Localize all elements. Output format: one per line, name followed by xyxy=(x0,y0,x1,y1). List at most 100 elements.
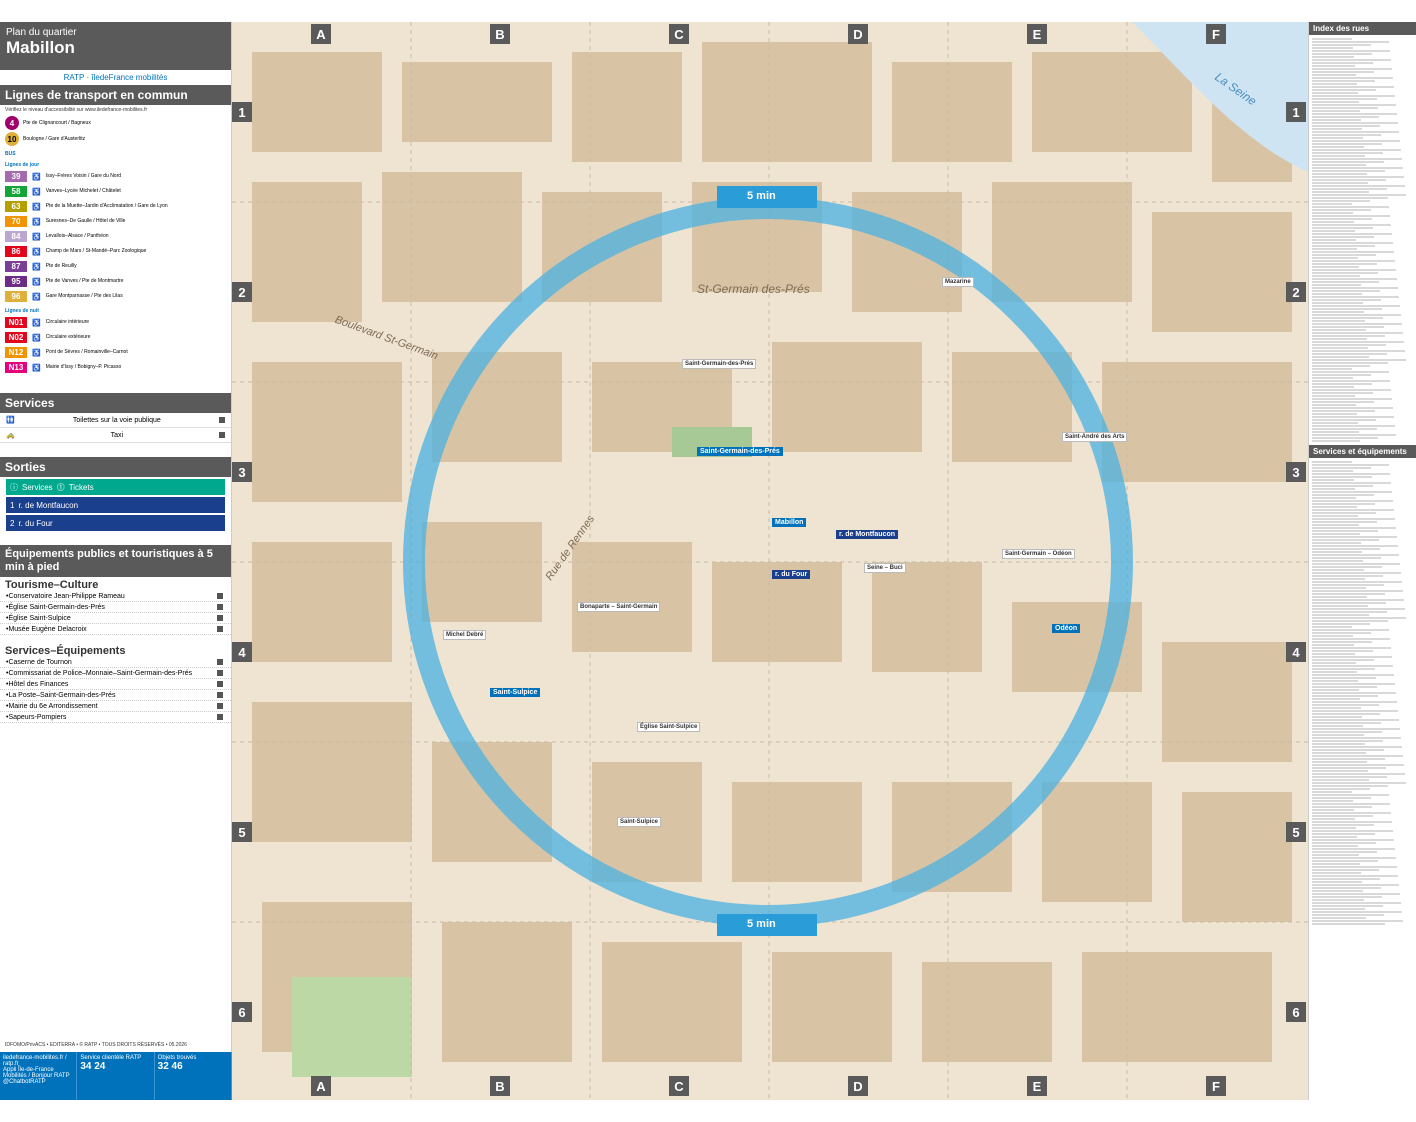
index-line xyxy=(1312,278,1397,280)
stop-sg-odeon[interactable]: Saint-Germain – Odéon xyxy=(1002,549,1075,559)
bus-row[interactable]: 96 ♿ Gare Montparnasse / Pte des Lilas xyxy=(0,289,231,304)
index-line xyxy=(1312,779,1369,781)
poi-label: •Église Saint-Germain-des-Prés xyxy=(6,603,105,611)
stop-mazarine[interactable]: Mazarine xyxy=(942,277,974,287)
index-line xyxy=(1312,875,1398,877)
bus-row[interactable]: N13 ♿ Mairie d'Issy / Bobigny–P. Picasso xyxy=(0,360,231,375)
station-saint-sulpice[interactable]: Saint-Sulpice xyxy=(490,688,541,697)
index-line xyxy=(1312,77,1393,79)
bus-row[interactable]: N01 ♿ Circulaire intérieure xyxy=(0,315,231,330)
index-line xyxy=(1312,197,1388,199)
poi-item[interactable]: •Mairie du 6e Arrondissement xyxy=(0,701,231,712)
metro-row[interactable]: 10 Boulogne / Gare d'Austerlitz xyxy=(0,131,231,147)
lost-number[interactable]: 32 46 xyxy=(158,1061,183,1072)
station-sgdp[interactable]: Saint-Germain-des-Prés xyxy=(697,447,783,456)
poi-item[interactable]: •Caserne de Tournon xyxy=(0,657,231,668)
exit-item[interactable]: 1 r. de Montfaucon xyxy=(6,497,225,513)
index-line xyxy=(1312,689,1359,691)
index-line xyxy=(1312,308,1382,310)
index-line xyxy=(1312,242,1393,244)
index-line xyxy=(1312,74,1356,76)
index-line xyxy=(1312,665,1393,667)
index-line xyxy=(1312,602,1386,604)
bus-row[interactable]: N12 ♿ Pont de Sèvres / Romainville–Carnot xyxy=(0,345,231,360)
index-line xyxy=(1312,173,1367,175)
index-line xyxy=(1312,386,1354,388)
footer-web-text[interactable]: iledefrance-mobilites.fr / ratp.fr xyxy=(3,1055,67,1067)
stop-bonaparte-sg[interactable]: Bonaparte – Saint-Germain xyxy=(577,602,661,612)
index-line xyxy=(1312,755,1403,757)
services-list: 🚻 Toilettes sur la voie publique 🚕 Taxi xyxy=(0,413,231,443)
index-line xyxy=(1312,635,1353,637)
poi-item[interactable]: •Hôtel des Finances xyxy=(0,679,231,690)
bus-row[interactable]: N02 ♿ Circulaire extérieure xyxy=(0,330,231,345)
footer-web: iledefrance-mobilites.fr / ratp.fr Appli… xyxy=(0,1052,78,1100)
stop-michel-debre[interactable]: Michel Debré xyxy=(443,630,487,640)
stop-eglise-sulpice[interactable]: Église Saint-Sulpice xyxy=(637,722,701,732)
services-title: Services xyxy=(0,393,231,413)
stop-seine-buci[interactable]: Seine – Buci xyxy=(864,563,906,573)
poi-item[interactable]: •Commissariat de Police–Monnaie–Saint-Ge… xyxy=(0,668,231,679)
index-line xyxy=(1312,623,1370,625)
index-line xyxy=(1312,563,1400,565)
poi-item[interactable]: •La Poste–Saint-Germain-des-Prés xyxy=(0,690,231,701)
index-line xyxy=(1312,662,1356,664)
service-item[interactable]: 🚕 Taxi xyxy=(0,428,231,443)
index-line xyxy=(1312,905,1383,907)
bus-line-badge: 63 xyxy=(5,201,27,212)
service-number[interactable]: 34 24 xyxy=(80,1061,105,1072)
metro-desc: Boulogne / Gare d'Austerlitz xyxy=(23,136,86,142)
stop-sgdp[interactable]: Saint-Germain-des-Prés xyxy=(682,359,757,369)
index-line xyxy=(1312,431,1359,433)
bus-row[interactable]: 87 ♿ Pte de Reuilly xyxy=(0,259,231,274)
index-line xyxy=(1312,56,1354,58)
index-line xyxy=(1312,116,1379,118)
bus-row[interactable]: 86 ♿ Champ de Mars / St-Mandé–Parc Zoologi… xyxy=(0,244,231,259)
index-line xyxy=(1312,629,1389,631)
poi-item[interactable]: •Église Saint-Germain-des-Prés xyxy=(0,602,231,613)
index-line xyxy=(1312,758,1385,760)
bus-row[interactable]: 70 ♿ Suresnes–De Gaulle / Hôtel de Ville xyxy=(0,214,231,229)
index-line xyxy=(1312,239,1356,241)
bus-line-badge: 87 xyxy=(5,261,27,272)
stop-saint-sulpice[interactable]: Saint-Sulpice xyxy=(617,817,662,827)
station-mabillon[interactable]: Mabillon xyxy=(772,518,807,527)
poi-item[interactable]: •Sapeurs-Pompiers xyxy=(0,712,231,723)
stop-saint-andre[interactable]: Saint-André des Arts xyxy=(1062,432,1128,442)
bus-night-list: N01 ♿ Circulaire intérieure N02 ♿ Circulaire … xyxy=(0,315,231,375)
footer-twitter[interactable]: @ChatbotRATP xyxy=(3,1079,46,1085)
poi-item[interactable]: •Église Saint-Sulpice xyxy=(0,613,231,624)
info-icon: ⓘ xyxy=(10,482,18,492)
poi-item[interactable]: •Conservatoire Jean-Philippe Rameau xyxy=(0,591,231,602)
station-odeon[interactable]: Odéon xyxy=(1052,624,1081,633)
index-line xyxy=(1312,512,1376,514)
index-line xyxy=(1312,389,1391,391)
bus-row[interactable]: 39 ♿ Issy–Frères Voisin / Gare du Nord xyxy=(0,169,231,184)
bus-row[interactable]: 84 ♿ Levallois–Alsace / Panthéon xyxy=(0,229,231,244)
index-line xyxy=(1312,716,1362,718)
grid-column-label: C xyxy=(669,24,689,44)
index-entries xyxy=(1309,35,1416,445)
index-line xyxy=(1312,812,1391,814)
index-line xyxy=(1312,269,1396,271)
poi-item[interactable]: •Musée Eugène Delacroix xyxy=(0,624,231,635)
street-index: Index des rues Services et équipements xyxy=(1308,22,1416,1100)
bus-row[interactable]: 58 ♿ Vanves–Lycée Michelet / Châtelet xyxy=(0,184,231,199)
grid-column-label: F xyxy=(1206,1076,1226,1096)
neighbourhood-map[interactable]: 5 min 5 min St-Germain des-Prés Boulevar… xyxy=(232,22,1308,1100)
index-line xyxy=(1312,92,1358,94)
index-line xyxy=(1312,851,1377,853)
service-item[interactable]: 🚻 Toilettes sur la voie publique xyxy=(0,413,231,428)
metro-row[interactable]: 4 Pte de Clignancourt / Bagneux xyxy=(0,115,231,131)
page-title: Mabillon xyxy=(6,38,75,57)
night-label: Lignes de nuit xyxy=(5,308,39,314)
index-line xyxy=(1312,128,1362,130)
index-line xyxy=(1312,473,1390,475)
exit-montfaucon-label[interactable]: r. de Montfaucon xyxy=(836,530,898,539)
bus-row[interactable]: 95 ♿ Pte de Vanves / Pte de Montmartre xyxy=(0,274,231,289)
index-line xyxy=(1312,62,1373,64)
exit-four-label[interactable]: r. du Four xyxy=(772,570,811,579)
exit-item[interactable]: 2 r. du Four xyxy=(6,515,225,531)
bus-row[interactable]: 63 ♿ Pte de la Muette–Jardin d'Acclimatati… xyxy=(0,199,231,214)
index-line xyxy=(1312,86,1394,88)
